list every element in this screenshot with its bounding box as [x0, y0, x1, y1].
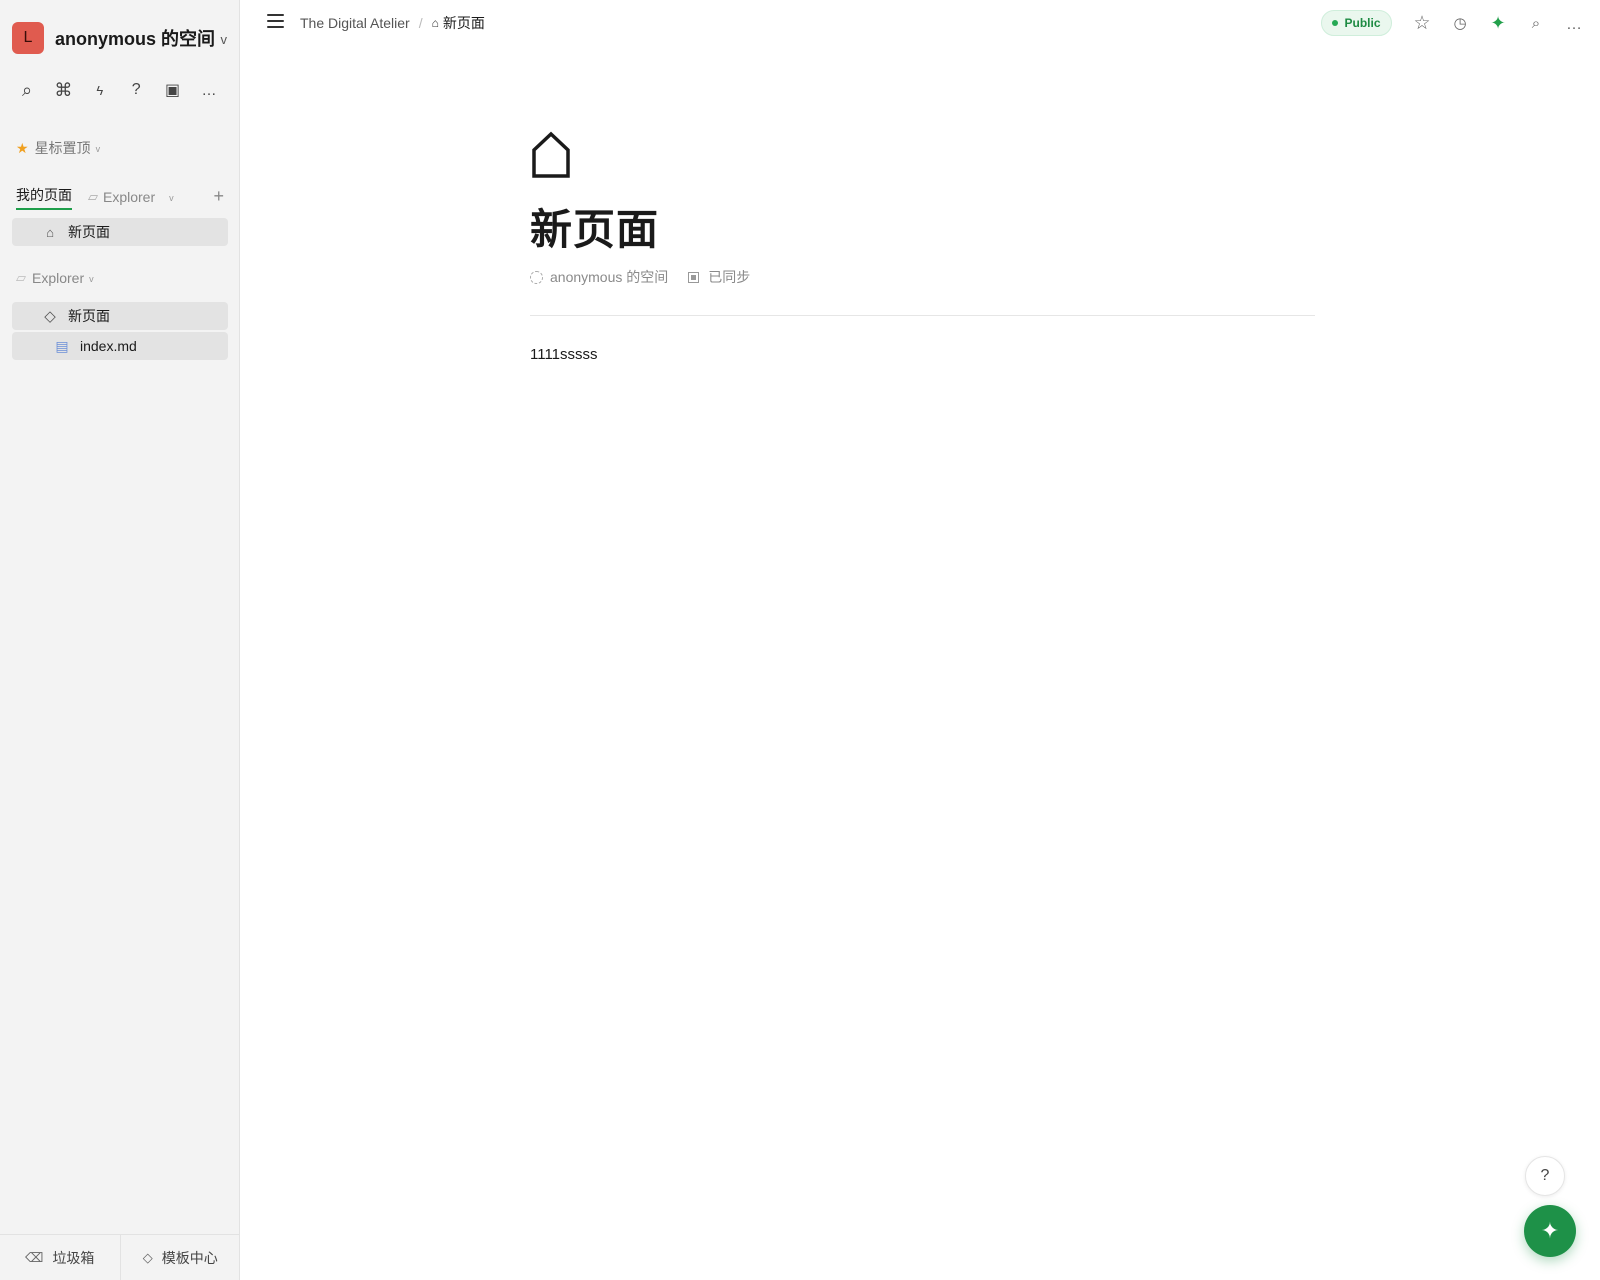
more-icon[interactable]: … — [196, 77, 222, 103]
add-page-button[interactable]: + — [213, 186, 224, 207]
search-icon[interactable]: ⌕ — [1523, 10, 1549, 36]
breadcrumb: The Digital Atelier / ⌂ 新页面 — [300, 13, 485, 33]
chevron-down-icon[interactable]: v — [169, 193, 174, 203]
sync-icon — [688, 271, 700, 283]
sidebar-footer: ⌫ 垃圾箱 ◇ 模板中心 — [0, 1234, 240, 1280]
trash-button[interactable]: ⌫ 垃圾箱 — [0, 1235, 120, 1280]
trash-icon: ⌫ — [25, 1249, 44, 1265]
help-icon[interactable]: ? — [123, 77, 149, 103]
meta-sync-status: 已同步 — [708, 269, 751, 285]
explorer-icon: ▱ — [88, 189, 98, 204]
home-icon: ⌂ — [431, 16, 439, 30]
sidebar-tabs: 我的页面 ▱ Explorer v + — [16, 184, 224, 210]
help-button[interactable]: ? — [1525, 1156, 1565, 1196]
ai-sparkle-icon: ✦ — [1540, 1218, 1560, 1243]
sidebar-item-new-page[interactable]: ⌂ 新页面 — [12, 218, 228, 246]
workspace-avatar: L — [12, 22, 44, 54]
star-icon[interactable]: ☆ — [1409, 10, 1435, 36]
workspace-name: anonymous 的空间 — [55, 29, 216, 49]
home-icon[interactable] — [530, 130, 572, 180]
sync-icon[interactable]: ▣ — [160, 77, 186, 103]
diamond-icon: ◇ — [44, 308, 56, 325]
lightning-icon[interactable]: ϟ — [87, 77, 113, 103]
breadcrumb-current[interactable]: ⌂ 新页面 — [432, 13, 485, 33]
starred-section[interactable]: ★ 星标置顶 v — [16, 138, 100, 158]
public-label: Public — [1344, 16, 1381, 30]
explorer-item-label: index.md — [80, 338, 137, 354]
sidebar-toolbar: ⌕ ⌘ ϟ ? ▣ … — [14, 76, 222, 104]
sidebar-item-label: 新页面 — [68, 224, 110, 240]
explorer-item-label: 新页面 — [68, 308, 110, 324]
search-icon[interactable]: ⌕ — [14, 77, 40, 103]
trash-label: 垃圾箱 — [52, 1249, 95, 1266]
starred-label: 星标置顶 — [34, 140, 91, 156]
meta-space: anonymous 的空间 — [550, 269, 669, 285]
templates-label: 模板中心 — [161, 1249, 218, 1266]
explorer-item-new-page[interactable]: ◇ 新页面 — [12, 302, 228, 330]
explorer-icon: ▱ — [16, 270, 26, 285]
tab-my-pages[interactable]: 我的页面 — [16, 185, 72, 210]
chevron-down-icon: v — [89, 274, 94, 284]
menu-icon[interactable] — [267, 14, 284, 28]
chevron-down-icon: v — [95, 144, 101, 154]
topbar: The Digital Atelier / ⌂ 新页面 Public ☆ ◷ ✦… — [241, 0, 1600, 44]
ai-assistant-button[interactable]: ✦ — [1524, 1205, 1576, 1257]
diamond-icon: ◇ — [142, 1249, 153, 1265]
explorer-section-label: Explorer — [32, 270, 85, 286]
page-meta: anonymous 的空间 已同步 — [530, 267, 1315, 287]
page-body[interactable]: 1111sssss — [530, 346, 1315, 363]
templates-button[interactable]: ◇ 模板中心 — [119, 1235, 241, 1280]
divider — [530, 315, 1315, 316]
tab-explorer-label: Explorer — [103, 189, 156, 205]
home-icon: ⌂ — [46, 224, 54, 240]
public-badge[interactable]: Public — [1321, 10, 1392, 36]
status-dot — [1332, 20, 1339, 26]
command-icon[interactable]: ⌘ — [50, 77, 76, 103]
file-icon: ▤ — [55, 337, 69, 354]
more-icon[interactable]: … — [1561, 12, 1587, 38]
star-icon: ★ — [16, 139, 29, 156]
explorer-item-index-md[interactable]: ▤ index.md — [12, 332, 228, 360]
tab-explorer[interactable]: ▱ Explorer — [88, 189, 155, 205]
breadcrumb-root[interactable]: The Digital Atelier — [300, 15, 410, 31]
workspace-switcher[interactable]: L anonymous 的空间 v — [12, 22, 229, 54]
explorer-section-header[interactable]: ▱ Explorer v — [16, 270, 94, 286]
document: 新页面 anonymous 的空间 已同步 1111sssss — [530, 130, 1315, 363]
breadcrumb-current-label: 新页面 — [442, 15, 485, 31]
page-title[interactable]: 新页面 — [530, 205, 1315, 255]
sidebar: L anonymous 的空间 v ⌕ ⌘ ϟ ? ▣ … ★ 星标置顶 v 我… — [0, 0, 240, 1280]
breadcrumb-separator: / — [418, 15, 423, 31]
chevron-down-icon[interactable]: v — [221, 32, 228, 47]
ai-sparkle-icon[interactable]: ✦ — [1485, 10, 1511, 36]
loading-icon — [530, 270, 543, 284]
history-icon[interactable]: ◷ — [1447, 10, 1473, 36]
